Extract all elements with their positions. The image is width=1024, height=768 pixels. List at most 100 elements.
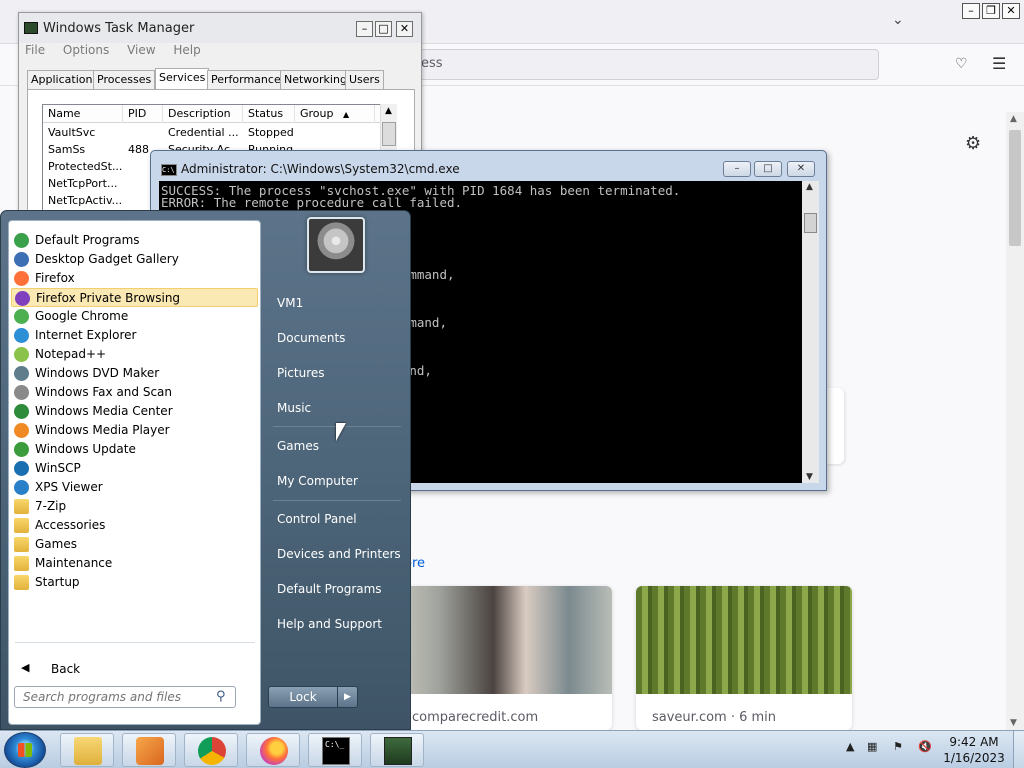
taskbar-media-player[interactable] — [122, 733, 176, 767]
tab-applications[interactable]: Applications — [27, 70, 103, 90]
action-center-icon[interactable]: ⚑ — [893, 740, 903, 753]
console-scrollbar[interactable]: ▲ ▼ — [802, 181, 819, 483]
menu-icon[interactable]: ☰ — [992, 54, 1006, 73]
menu-options[interactable]: Options — [63, 43, 109, 57]
chrome-icon — [198, 737, 226, 765]
close-icon[interactable]: ✕ — [396, 21, 413, 37]
taskbar-explorer[interactable] — [60, 733, 114, 767]
tab-processes[interactable]: Processes — [93, 70, 156, 90]
close-icon[interactable]: ✕ — [787, 161, 815, 177]
start-item-control-panel[interactable]: Control Panel — [277, 512, 357, 526]
program-item[interactable]: Desktop Gadget Gallery — [11, 250, 258, 269]
taskbar-firefox[interactable] — [246, 733, 300, 767]
column-pid[interactable]: PID — [123, 105, 163, 123]
chrome-icon — [14, 309, 29, 324]
story-card[interactable]: comparecredit.com — [396, 586, 612, 730]
taskbar-task-manager[interactable] — [370, 733, 424, 767]
cmd-title-bar[interactable]: C:\ Administrator: C:\Windows\System32\c… — [151, 151, 826, 181]
program-item[interactable]: Windows Media Center — [11, 402, 258, 421]
minimize-icon[interactable]: – — [962, 3, 980, 19]
program-item[interactable]: XPS Viewer — [11, 478, 258, 497]
column-description[interactable]: Description — [163, 105, 243, 123]
start-button[interactable] — [4, 732, 46, 768]
program-item[interactable]: Default Programs — [11, 231, 258, 250]
start-item-music[interactable]: Music — [277, 401, 311, 415]
program-item[interactable]: Firefox Private Browsing — [11, 288, 258, 307]
column-status[interactable]: Status — [243, 105, 295, 123]
tab-users[interactable]: Users — [345, 70, 384, 90]
program-item[interactable]: Accessories — [11, 516, 258, 535]
shutdown-options-icon[interactable]: ▶ — [337, 687, 357, 707]
column-group[interactable]: Group ▲ — [295, 105, 375, 123]
menu-file[interactable]: File — [25, 43, 45, 57]
program-item[interactable]: Windows Update — [11, 440, 258, 459]
menu-help[interactable]: Help — [173, 43, 200, 57]
minimize-icon[interactable]: – — [356, 21, 373, 37]
show-hidden-icons-icon[interactable]: ▲ — [846, 740, 854, 753]
scroll-up-icon[interactable]: ▲ — [385, 106, 392, 116]
lock-label: Lock — [289, 690, 317, 704]
start-search-box[interactable]: ⚲ — [14, 686, 236, 708]
folder-icon — [14, 499, 29, 514]
taskbar-cmd[interactable]: C:\_ — [308, 733, 362, 767]
program-item[interactable]: Games — [11, 535, 258, 554]
scroll-thumb[interactable] — [804, 213, 817, 233]
program-item[interactable]: Windows Fax and Scan — [11, 383, 258, 402]
column-name[interactable]: Name — [43, 105, 123, 123]
gear-icon[interactable]: ⚙ — [965, 133, 981, 154]
start-item-default-programs[interactable]: Default Programs — [277, 582, 382, 596]
start-item-my-computer[interactable]: My Computer — [277, 474, 358, 488]
tab-networking[interactable]: Networking — [280, 70, 351, 90]
maximize-icon[interactable]: □ — [375, 21, 392, 37]
address-bar[interactable]: ess — [360, 49, 879, 80]
maximize-icon[interactable]: □ — [754, 161, 782, 177]
story-source: saveur.com · 6 min — [652, 710, 777, 725]
start-item-games[interactable]: Games — [277, 439, 319, 453]
program-item[interactable]: Internet Explorer — [11, 326, 258, 345]
tab-performance[interactable]: Performance — [207, 70, 285, 90]
scroll-thumb[interactable] — [382, 122, 396, 146]
start-item-documents[interactable]: Documents — [277, 331, 345, 345]
pocket-icon[interactable]: ♡ — [955, 56, 968, 72]
lock-button[interactable]: Lock ▶ — [268, 686, 358, 708]
minimize-icon[interactable]: – — [723, 161, 751, 177]
taskbar-chrome[interactable] — [184, 733, 238, 767]
story-image — [636, 586, 852, 694]
volume-muted-icon[interactable]: 🔇 — [918, 740, 932, 753]
start-item-devices-printers[interactable]: Devices and Printers — [277, 547, 401, 561]
program-item[interactable]: Google Chrome — [11, 307, 258, 326]
start-item-vm1[interactable]: VM1 — [277, 296, 303, 310]
chevron-down-icon[interactable]: ⌄ — [892, 12, 904, 28]
table-row[interactable]: VaultSvc Credential ... Stopped — [43, 125, 391, 142]
clock[interactable]: 9:42 AM 1/16/2023 — [938, 734, 1010, 766]
program-item[interactable]: Windows DVD Maker — [11, 364, 258, 383]
page-scrollbar[interactable]: ▲ ▼ — [1006, 112, 1024, 730]
show-desktop-button[interactable] — [1013, 731, 1024, 768]
search-input[interactable] — [15, 687, 211, 707]
scroll-down-icon[interactable]: ▼ — [806, 472, 813, 482]
scroll-up-icon[interactable]: ▲ — [1010, 114, 1017, 124]
program-item[interactable]: WinSCP — [11, 459, 258, 478]
close-icon[interactable]: ✕ — [1002, 3, 1020, 19]
story-card[interactable]: saveur.com · 6 min — [636, 586, 852, 730]
window-title: Administrator: C:\Windows\System32\cmd.e… — [181, 162, 460, 176]
tab-services[interactable]: Services — [155, 68, 210, 90]
search-icon[interactable]: ⚲ — [216, 689, 226, 704]
program-item[interactable]: Startup — [11, 573, 258, 592]
program-item[interactable]: Notepad++ — [11, 345, 258, 364]
program-item[interactable]: Firefox — [11, 269, 258, 288]
scroll-up-icon[interactable]: ▲ — [806, 182, 813, 192]
program-item[interactable]: 7-Zip — [11, 497, 258, 516]
start-item-pictures[interactable]: Pictures — [277, 366, 325, 380]
avatar[interactable] — [307, 217, 365, 273]
program-item[interactable]: Windows Media Player — [11, 421, 258, 440]
media-player-icon — [14, 423, 29, 438]
scroll-thumb[interactable] — [1009, 130, 1021, 246]
network-icon[interactable]: ▦ — [867, 740, 877, 753]
restore-icon[interactable]: ❐ — [982, 3, 1000, 19]
start-item-help-support[interactable]: Help and Support — [277, 617, 382, 631]
menu-view[interactable]: View — [127, 43, 155, 57]
program-item[interactable]: Maintenance — [11, 554, 258, 573]
scroll-down-icon[interactable]: ▼ — [1010, 718, 1017, 728]
task-manager-title-bar[interactable]: Windows Task Manager – □ ✕ — [19, 13, 421, 43]
